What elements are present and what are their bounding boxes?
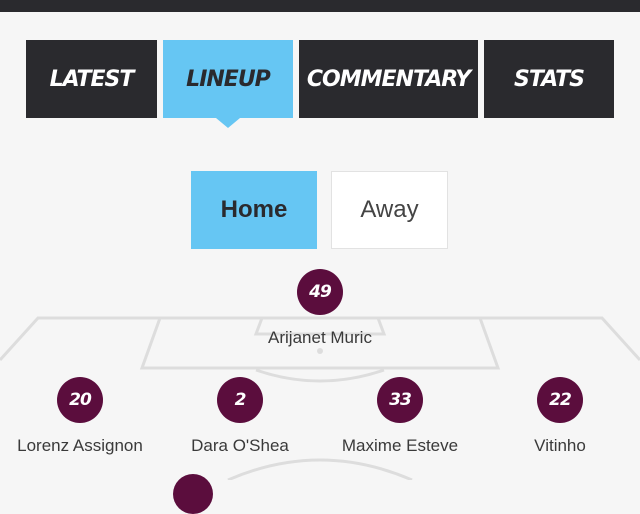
player-number-badge: 33 — [377, 377, 423, 423]
partial-player-badge — [173, 474, 213, 514]
player-number-badge: 2 — [217, 377, 263, 423]
player-number-badge: 49 — [297, 269, 343, 315]
player-name: Arijanet Muric — [268, 328, 372, 347]
player-number-badge: 20 — [57, 377, 103, 423]
player-number-badge: 22 — [537, 377, 583, 423]
player-name: Vitinho — [534, 436, 586, 455]
